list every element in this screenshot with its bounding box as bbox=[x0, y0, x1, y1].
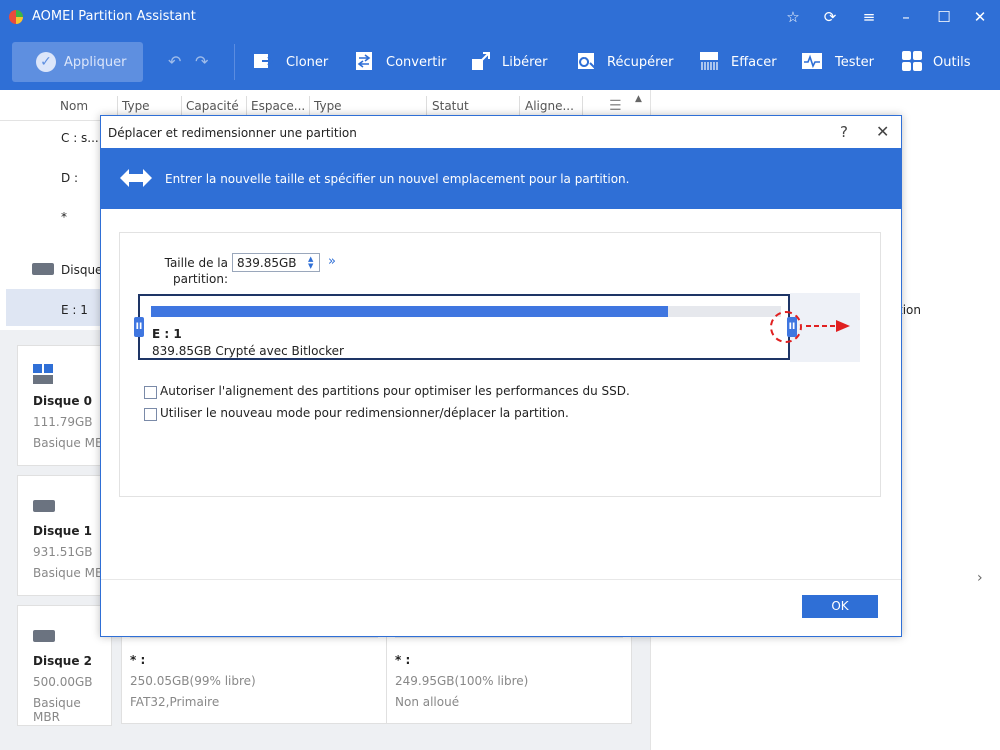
ssd-icon bbox=[33, 364, 53, 384]
resize-move-dialog: Déplacer et redimensionner une partition… bbox=[100, 115, 902, 637]
dialog-content: Taille de la partition: 839.85GB ▲ ▼ » E … bbox=[119, 232, 881, 497]
resize-arrows-icon bbox=[120, 169, 152, 187]
column-divider bbox=[309, 96, 310, 116]
free-up-icon bbox=[472, 52, 490, 70]
dialog-title: Déplacer et redimensionner une partition bbox=[108, 126, 357, 140]
highlight-circle bbox=[770, 311, 802, 343]
disk-card[interactable]: Disque 1 931.51GB Basique MB bbox=[17, 475, 112, 596]
column-header[interactable]: Type bbox=[122, 99, 150, 113]
column-header[interactable]: Capacité bbox=[186, 99, 239, 113]
partition-usage-fill bbox=[151, 306, 668, 317]
free-up-button[interactable]: Libérer bbox=[470, 42, 550, 82]
app-logo-icon bbox=[9, 10, 23, 24]
footer-divider bbox=[101, 579, 901, 580]
column-divider bbox=[426, 96, 427, 116]
checkmark-icon: ✓ bbox=[36, 52, 56, 72]
recover-icon bbox=[578, 53, 597, 70]
undo-icon[interactable]: ↶ bbox=[168, 52, 181, 71]
disk-icon bbox=[33, 500, 55, 512]
clone-icon bbox=[254, 54, 274, 68]
column-header[interactable]: Espace... bbox=[251, 99, 305, 113]
size-label: Taille de la partition: bbox=[164, 256, 228, 286]
left-resize-handle[interactable]: II bbox=[134, 317, 144, 337]
column-header[interactable]: Statut bbox=[432, 99, 469, 113]
disk-icon bbox=[32, 263, 54, 275]
table-row[interactable]: Disque bbox=[61, 263, 102, 277]
column-divider bbox=[117, 96, 118, 116]
disk-card[interactable]: Disque 2 500.00GB Basique MBR bbox=[17, 605, 112, 726]
table-row[interactable]: * bbox=[61, 210, 67, 224]
expand-options-icon[interactable]: » bbox=[328, 254, 336, 269]
column-settings-icon[interactable]: ☰ bbox=[609, 98, 622, 114]
drag-direction-arrow bbox=[806, 320, 850, 332]
star-icon[interactable]: ☆ bbox=[784, 8, 802, 26]
redo-icon[interactable]: ↷ bbox=[195, 52, 208, 71]
convert-button[interactable]: Convertir bbox=[353, 42, 448, 82]
spin-arrows-icon[interactable]: ▲ ▼ bbox=[308, 256, 316, 270]
close-icon[interactable]: ✕ bbox=[971, 8, 989, 26]
column-divider bbox=[519, 96, 520, 116]
test-icon bbox=[802, 53, 822, 69]
column-divider bbox=[181, 96, 182, 116]
menu-icon[interactable]: ≡ bbox=[860, 8, 878, 26]
toolbar: ✓ Appliquer ↶ ↷ Cloner Convertir Libérer… bbox=[0, 34, 1000, 90]
wipe-button[interactable]: Effacer bbox=[698, 42, 778, 82]
ok-button[interactable]: OK bbox=[802, 595, 878, 618]
partition-info: 839.85GB Crypté avec Bitlocker bbox=[152, 344, 344, 358]
help-icon[interactable]: ? bbox=[840, 123, 848, 141]
new-mode-checkbox[interactable] bbox=[144, 408, 157, 421]
column-header[interactable]: Type bbox=[314, 99, 342, 113]
dialog-banner: Entrer la nouvelle taille et spécifier u… bbox=[101, 148, 901, 209]
convert-icon bbox=[356, 52, 372, 70]
tools-icon bbox=[902, 51, 922, 71]
disk-card[interactable]: Disque 0 111.79GB Basique MB bbox=[17, 345, 112, 466]
title-bar: AOMEI Partition Assistant ☆ ⟳ ≡ – ☐ ✕ bbox=[0, 0, 1000, 34]
chevron-right-icon[interactable]: › bbox=[977, 570, 983, 586]
column-header[interactable]: Nom bbox=[60, 99, 88, 113]
partition-name: E : 1 bbox=[152, 327, 182, 341]
clone-button[interactable]: Cloner bbox=[253, 42, 333, 82]
partition-size-input[interactable]: 839.85GB ▲ ▼ bbox=[232, 253, 320, 272]
test-button[interactable]: Tester bbox=[801, 42, 876, 82]
app-title: AOMEI Partition Assistant bbox=[32, 9, 196, 24]
toolbar-divider bbox=[234, 44, 235, 80]
table-row[interactable]: C : s... bbox=[61, 131, 99, 145]
column-divider bbox=[246, 96, 247, 116]
new-mode-label: Utiliser le nouveau mode pour redimensio… bbox=[160, 406, 569, 420]
column-divider bbox=[582, 96, 583, 116]
column-header[interactable]: Aligne... bbox=[525, 99, 574, 113]
minimize-icon[interactable]: – bbox=[897, 8, 915, 26]
scroll-up-icon[interactable]: ▲ bbox=[635, 94, 642, 104]
disk-icon bbox=[33, 630, 55, 642]
banner-text: Entrer la nouvelle taille et spécifier u… bbox=[165, 172, 630, 186]
ssd-alignment-label: Autoriser l'alignement des partitions po… bbox=[160, 384, 630, 398]
dialog-title-bar: Déplacer et redimensionner une partition… bbox=[101, 116, 901, 148]
tools-button[interactable]: Outils bbox=[901, 42, 976, 82]
table-row[interactable]: D : bbox=[61, 171, 78, 185]
maximize-icon[interactable]: ☐ bbox=[935, 8, 953, 26]
partition-bar[interactable]: E : 1 839.85GB Crypté avec Bitlocker bbox=[138, 294, 790, 360]
refresh-icon[interactable]: ⟳ bbox=[821, 8, 839, 26]
close-icon[interactable]: ✕ bbox=[876, 122, 889, 141]
apply-button[interactable]: ✓ Appliquer bbox=[12, 42, 143, 82]
wipe-icon bbox=[700, 52, 718, 70]
ssd-alignment-checkbox[interactable] bbox=[144, 386, 157, 399]
recover-button[interactable]: Récupérer bbox=[576, 42, 676, 82]
